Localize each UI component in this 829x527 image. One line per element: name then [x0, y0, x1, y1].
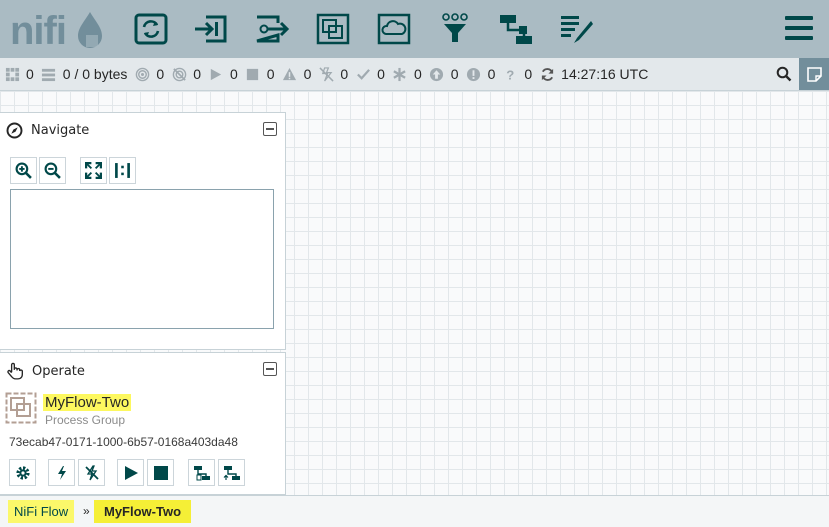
- disabled-status: 0: [318, 66, 348, 82]
- stop-button[interactable]: [147, 459, 174, 486]
- create-template-button[interactable]: [188, 459, 215, 486]
- not-transmitting-status: 0: [171, 66, 201, 82]
- lightning-icon: [57, 465, 66, 480]
- asterisk-icon: [392, 66, 408, 82]
- play-icon: [124, 465, 138, 480]
- expand-icon: [85, 162, 102, 179]
- zoom-in-button[interactable]: [10, 157, 37, 184]
- hand-pointer-icon: [7, 362, 23, 380]
- refresh-icon[interactable]: [539, 66, 555, 82]
- configure-button[interactable]: [9, 459, 36, 486]
- queued-status: 0 / 0 bytes: [41, 66, 127, 82]
- process-group-icon[interactable]: [313, 10, 353, 48]
- invalid-status: 0: [282, 66, 311, 82]
- not-transmitting-icon: [171, 66, 187, 82]
- navigate-collapse-button[interactable]: [263, 122, 277, 136]
- sync-failure-status: ? 0: [502, 66, 532, 82]
- start-button[interactable]: [117, 459, 144, 486]
- modified-and-stale-status: 0: [466, 66, 495, 82]
- operate-title: Operate: [32, 363, 85, 379]
- check-icon: [355, 66, 371, 82]
- running-status: 0: [208, 66, 238, 82]
- breadcrumb-root-link[interactable]: NiFi Flow: [8, 500, 75, 523]
- search-button[interactable]: [769, 58, 799, 90]
- transmitting-icon: [134, 66, 150, 82]
- flow-status-bar: 0 0 / 0 bytes 0 0 0 0 0 0 0 0 0 0 ? 0 14…: [0, 58, 829, 91]
- disabled-icon: [318, 66, 334, 82]
- label-icon[interactable]: [557, 10, 597, 48]
- svg-text:nifi: nifi: [10, 9, 66, 52]
- funnel-icon[interactable]: [435, 10, 475, 48]
- header-toolbar: nifi: [0, 0, 829, 58]
- enable-button[interactable]: [48, 459, 75, 486]
- sticky-note-icon: [806, 66, 822, 82]
- gear-icon: [15, 465, 30, 480]
- queue-icon: [41, 66, 57, 82]
- hamburger-icon: [785, 16, 813, 20]
- refresh-status[interactable]: 14:27:16 UTC: [539, 66, 648, 82]
- nifi-logo: nifi: [10, 8, 105, 53]
- upload-template-icon: [223, 465, 240, 480]
- zoom-out-button[interactable]: [39, 157, 66, 184]
- birdseye-view[interactable]: [10, 189, 274, 329]
- question-icon: ?: [502, 66, 518, 82]
- compass-icon: [6, 122, 23, 139]
- active-threads-status: 0: [4, 66, 34, 82]
- stopped-status: 0: [245, 66, 275, 82]
- arrow-circle-up-icon: [429, 66, 445, 82]
- stop-icon: [153, 465, 168, 480]
- breadcrumb: NiFi Flow » MyFlow-Two: [0, 495, 829, 527]
- zoom-in-icon: [15, 162, 32, 179]
- warning-icon: [282, 66, 298, 82]
- exclamation-circle-icon: [466, 66, 482, 82]
- search-icon: [776, 66, 792, 82]
- disable-button[interactable]: [78, 459, 105, 486]
- actual-size-icon: [115, 163, 130, 178]
- global-menu-button[interactable]: [785, 16, 813, 42]
- operate-panel: Operate MyFlow-Two Process Group 73ecab4…: [0, 352, 286, 495]
- breadcrumb-current: MyFlow-Two: [94, 500, 192, 523]
- threads-icon: [4, 66, 20, 82]
- actual-size-button[interactable]: [109, 157, 136, 184]
- stop-icon: [245, 66, 261, 82]
- navigate-panel: Navigate: [0, 112, 286, 350]
- stale-status: 0: [429, 66, 459, 82]
- operate-header: Operate: [6, 362, 85, 380]
- remote-process-group-icon[interactable]: [374, 10, 414, 48]
- selected-component-type: Process Group: [45, 413, 126, 427]
- navigate-header: Navigate: [6, 122, 89, 139]
- processor-icon[interactable]: [131, 10, 171, 48]
- fit-to-screen-button[interactable]: [80, 157, 107, 184]
- play-icon: [208, 66, 224, 82]
- selected-component-name: MyFlow-Two: [43, 394, 132, 411]
- upload-template-button[interactable]: [218, 459, 245, 486]
- svg-text:?: ?: [506, 67, 514, 81]
- locally-modified-status: 0: [392, 66, 422, 82]
- selected-component-id: 73ecab47-0171-1000-6b57-0168a403da48: [9, 435, 238, 449]
- bulletin-board-button[interactable]: [799, 58, 829, 90]
- transmitting-status: 0: [134, 66, 164, 82]
- process-group-type-icon: [5, 392, 37, 424]
- template-icon[interactable]: [496, 10, 536, 48]
- up-to-date-status: 0: [355, 66, 385, 82]
- breadcrumb-separator: »: [83, 504, 90, 518]
- template-icon: [193, 465, 210, 480]
- operate-collapse-button[interactable]: [263, 362, 277, 376]
- zoom-out-icon: [44, 162, 61, 179]
- disabled-lightning-icon: [84, 464, 99, 480]
- input-port-icon[interactable]: [190, 10, 230, 48]
- output-port-icon[interactable]: [252, 10, 292, 48]
- navigate-title: Navigate: [31, 123, 90, 138]
